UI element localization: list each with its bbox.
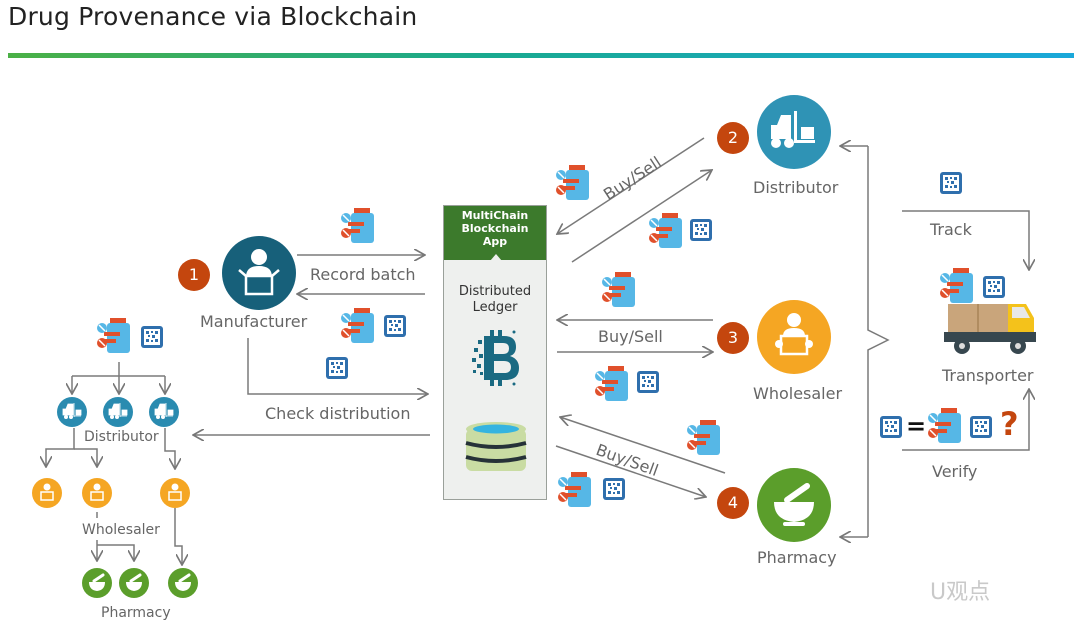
tree-mortar-node xyxy=(82,568,112,598)
qr-code-icon xyxy=(940,172,962,194)
panel-header-line: MultiChain xyxy=(461,209,529,222)
truck-icon xyxy=(944,304,1036,354)
wholesaler-label: Wholesaler xyxy=(753,384,843,403)
medicine-bottle-icon xyxy=(558,472,591,507)
arrow-ledger-to-distributor xyxy=(571,170,712,263)
mortar-pestle-icon xyxy=(757,468,831,542)
tree-forklift-node xyxy=(103,397,133,427)
manufacturer-icon xyxy=(222,236,296,310)
database-icon xyxy=(465,422,527,471)
verify-label: Verify xyxy=(932,462,978,481)
record-batch-label: Record batch xyxy=(310,265,416,284)
medicine-bottle-icon xyxy=(602,272,635,307)
step-badge-3: 3 xyxy=(717,322,749,354)
ledger-line: Distributed xyxy=(458,284,532,299)
medicine-bottle-icon xyxy=(928,408,961,443)
tree-forklift-node xyxy=(57,397,87,427)
ledger-line: Ledger xyxy=(472,300,518,315)
step-badge-2: 2 xyxy=(717,122,749,154)
step-badge-1: 1 xyxy=(178,259,210,291)
medicine-bottle-icon xyxy=(649,213,682,248)
medicine-bottle-icon xyxy=(341,308,374,343)
medicine-bottle-icon xyxy=(556,165,589,200)
panel-header-line: App xyxy=(482,235,508,248)
medicine-bottle-icon xyxy=(341,208,374,243)
qr-code-icon xyxy=(690,219,712,241)
bitcoin-pixel-icon xyxy=(472,330,519,386)
qr-code-icon xyxy=(880,416,902,438)
question-mark: ? xyxy=(1000,405,1019,443)
manufacturer-label: Manufacturer xyxy=(200,312,308,331)
track-label: Track xyxy=(930,220,972,239)
tree-person-node xyxy=(82,478,112,508)
tree-mortar-node xyxy=(119,568,149,598)
qr-code-icon xyxy=(637,371,659,393)
tree-wholesaler-label: Wholesaler xyxy=(82,522,160,538)
wholesaler-icon xyxy=(757,300,831,374)
medicine-bottle-icon xyxy=(595,366,628,401)
forklift-icon xyxy=(757,95,831,169)
panel-notch xyxy=(490,254,502,261)
pharmacy-label: Pharmacy xyxy=(757,548,837,567)
buy-sell-wholesaler-label: Buy/Sell xyxy=(598,327,663,346)
tree-distributor-label: Distributor xyxy=(84,429,159,445)
tree-pharmacy-label: Pharmacy xyxy=(101,605,171,621)
check-distribution-label: Check distribution xyxy=(265,404,411,423)
tree-forklift-node xyxy=(149,397,179,427)
step-badge-4: 4 xyxy=(717,487,749,519)
distributed-ledger-label: Distributed Ledger xyxy=(444,284,546,316)
qr-code-icon xyxy=(384,315,406,337)
multichain-app-panel: MultiChain Blockchain App Distributed Le… xyxy=(443,205,547,500)
qr-code-icon xyxy=(326,357,348,379)
qr-code-icon xyxy=(983,276,1005,298)
watermark: U观点 xyxy=(930,580,991,605)
tree-mortar-node xyxy=(168,568,198,598)
qr-code-icon xyxy=(141,326,163,348)
panel-header-line: Blockchain xyxy=(461,222,529,235)
distributor-label: Distributor xyxy=(753,178,839,197)
medicine-bottle-icon xyxy=(687,420,720,455)
tree-person-node xyxy=(160,478,190,508)
transporter-label: Transporter xyxy=(942,366,1034,385)
transporter-bracket xyxy=(867,146,890,537)
medicine-bottle-icon xyxy=(940,268,973,303)
qr-code-icon xyxy=(970,416,992,438)
medicine-bottle-icon xyxy=(97,318,130,353)
equals-sign: = xyxy=(906,412,927,440)
panel-header: MultiChain Blockchain App xyxy=(444,206,546,260)
qr-code-icon xyxy=(603,478,625,500)
tree-person-node xyxy=(32,478,62,508)
